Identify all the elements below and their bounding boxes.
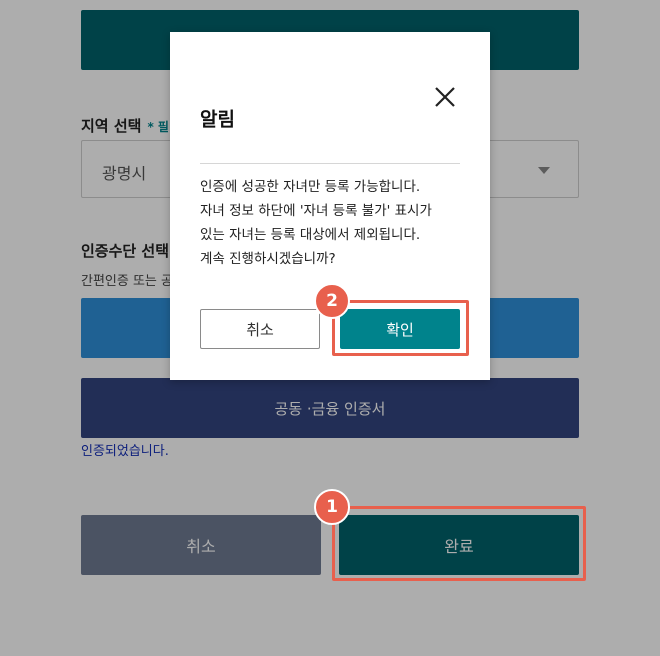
modal-divider [200, 163, 460, 164]
modal-message-line: 인증에 성공한 자녀만 등록 가능합니다. [200, 179, 421, 195]
modal-cancel-button[interactable]: 취소 [200, 309, 320, 349]
modal-message: 인증에 성공한 자녀만 등록 가능합니다. 자녀 정보 하단에 '자녀 등록 불… [200, 175, 470, 271]
step1-highlight [332, 506, 586, 581]
step2-badge: 2 [314, 283, 350, 319]
modal-title: 알림 [200, 108, 235, 131]
modal-message-line: 자녀 정보 하단에 '자녀 등록 불가' 표시가 [200, 203, 432, 219]
close-icon[interactable] [432, 84, 458, 110]
modal-message-line: 계속 진행하시겠습니까? [200, 251, 336, 267]
step1-badge: 1 [314, 489, 350, 525]
step2-highlight [332, 300, 469, 356]
modal-cancel-label: 취소 [246, 320, 274, 339]
modal-message-line: 있는 자녀는 등록 대상에서 제외됩니다. [200, 227, 421, 243]
